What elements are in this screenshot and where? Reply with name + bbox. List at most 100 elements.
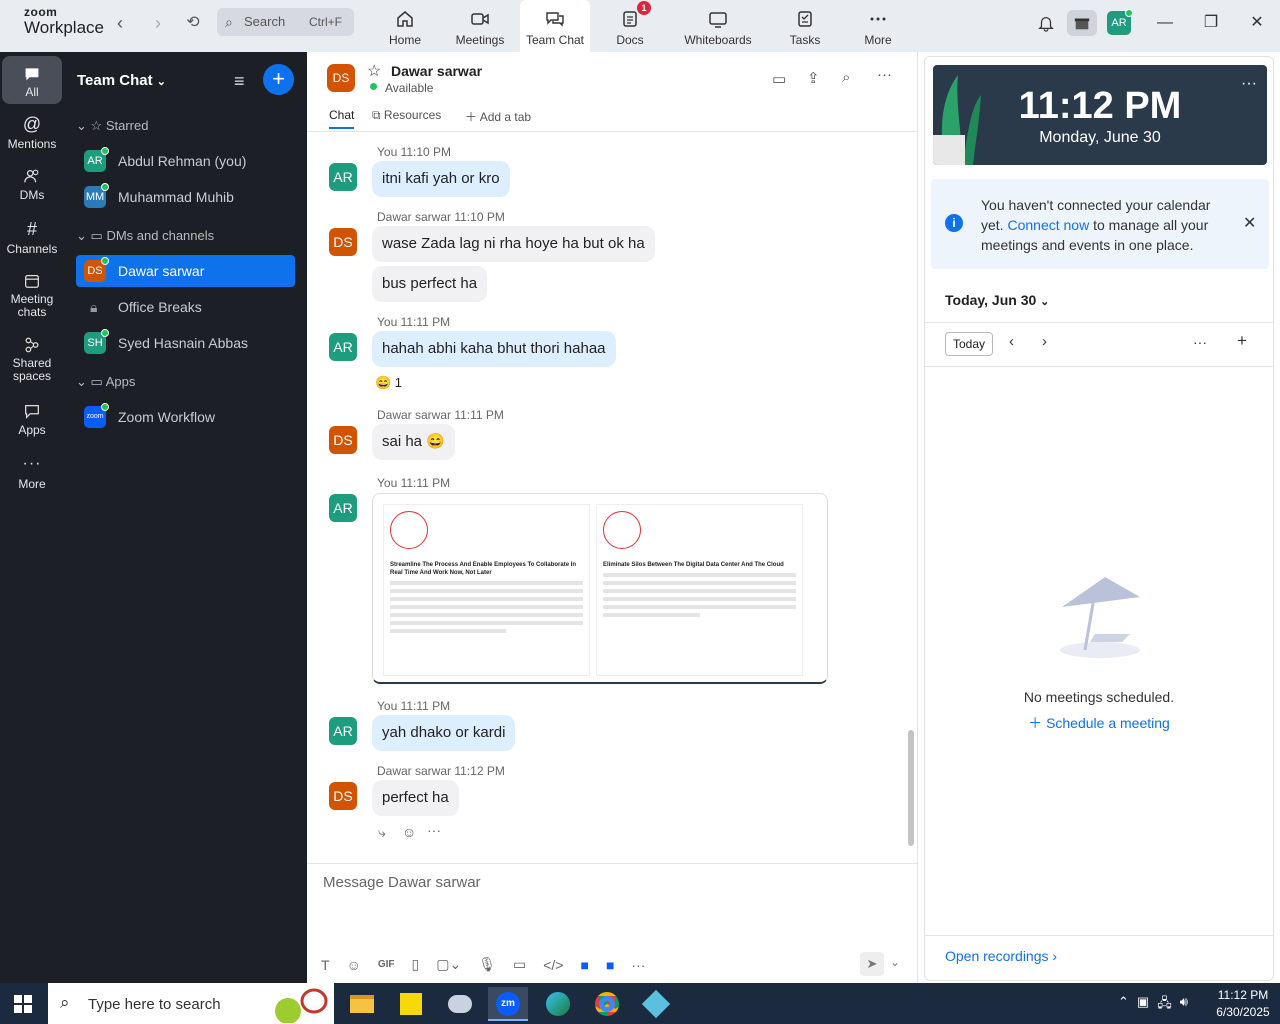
zoom-taskbar-icon[interactable]: zm (488, 987, 528, 1021)
message-more-icon[interactable]: ··· (427, 822, 441, 838)
rail-more[interactable]: ··· More (2, 454, 62, 491)
sidebar-item-office-breaks[interactable]: 🔒︎ Office Breaks (76, 291, 295, 323)
tab-meetings[interactable]: Meetings (445, 0, 515, 52)
next-day-icon[interactable]: › (1042, 333, 1047, 350)
filter-icon[interactable]: ≡ (234, 71, 245, 92)
more-options-icon[interactable]: ··· (877, 66, 892, 83)
windows-start-icon[interactable] (14, 995, 32, 1016)
message-bubble[interactable]: hahah abhi kaha bhut thori hahaa (372, 331, 616, 367)
add-reaction-icon[interactable]: ☺ (402, 824, 416, 840)
search-icon[interactable]: ⌕ (842, 69, 850, 86)
bell-icon[interactable] (1031, 10, 1061, 36)
image-card[interactable]: Eliminate Silos Between The Digital Data… (596, 504, 803, 676)
search-input[interactable]: ⌕ Search Ctrl+F (217, 8, 354, 36)
avatar[interactable]: DS (329, 782, 357, 810)
tab-chat[interactable]: Chat (329, 108, 355, 129)
edge-icon[interactable] (538, 987, 578, 1021)
restore-icon[interactable]: ❐ (1196, 10, 1226, 36)
sidebar-item-muhammad-muhib[interactable]: MM Muhammad Muhib (76, 181, 295, 213)
sidebar-item-syed-hasnain-abbas[interactable]: SH Syed Hasnain Abbas (76, 327, 295, 359)
tab-more[interactable]: More (843, 0, 913, 52)
rail-dms[interactable]: DMs (2, 167, 62, 202)
message-bubble[interactable]: itni kafi yah or kro (372, 161, 510, 197)
message-bubble[interactable]: sai ha 😄 (372, 424, 455, 460)
gift-icon[interactable] (1067, 10, 1097, 36)
volume-icon[interactable]: 🔊︎ (1180, 994, 1188, 1016)
add-tab-button[interactable]: ＋ Add a tab (465, 108, 531, 125)
taskbar-search[interactable]: ⌕ Type here to search (48, 983, 334, 1024)
format-text-icon[interactable]: T (321, 957, 330, 973)
scrollbar[interactable] (908, 730, 914, 846)
send-options-chevron-icon[interactable]: ⌄ (890, 955, 900, 969)
sticky-notes-icon[interactable] (391, 987, 431, 1021)
prev-day-icon[interactable]: ‹ (1009, 333, 1014, 350)
share-screen-icon[interactable]: ⇪ (807, 69, 820, 87)
image-attachment[interactable]: Streamline The Process And Enable Employ… (372, 493, 828, 684)
close-icon[interactable]: ✕ (1243, 213, 1256, 233)
tab-tasks[interactable]: Tasks (770, 0, 840, 52)
tab-home[interactable]: Home (370, 0, 440, 52)
message-bubble[interactable]: yah dhako or kardi (372, 715, 516, 751)
app2-icon[interactable]: ■ (606, 957, 614, 973)
network-icon[interactable]: 🖧︎ (1157, 994, 1172, 1016)
rail-shared-spaces[interactable]: Shared spaces (2, 336, 62, 383)
chrome-icon[interactable] (587, 987, 627, 1021)
starred-section[interactable]: ⌄ ☆ Starred (76, 118, 148, 134)
new-chat-button[interactable]: + (263, 64, 294, 95)
avatar[interactable]: DS (329, 426, 357, 454)
close-icon[interactable]: ✕ (1242, 10, 1272, 36)
app-icon[interactable]: ■ (580, 957, 588, 973)
file-explorer-icon[interactable] (342, 987, 382, 1021)
zoom-logo[interactable]: zoom Workplace (24, 6, 104, 36)
minimize-icon[interactable]: — (1150, 10, 1180, 36)
app-icon[interactable] (440, 987, 480, 1021)
forward-arrow-icon[interactable]: › (146, 12, 170, 36)
contact-avatar[interactable]: DS (327, 64, 355, 92)
message-bubble[interactable]: perfect ha (372, 780, 459, 816)
send-icon[interactable]: ➤ (860, 952, 884, 976)
file-icon[interactable]: ▯ (412, 956, 420, 973)
rail-all[interactable]: All (2, 56, 62, 104)
reply-icon[interactable]: ⤷ (378, 824, 386, 841)
rail-meeting-chats[interactable]: Meeting chats (2, 272, 62, 319)
history-icon[interactable]: ⟲ (181, 12, 205, 36)
tray-app-icon[interactable]: ▣ (1137, 994, 1149, 1016)
user-avatar[interactable]: AR (1107, 9, 1133, 35)
emoji-icon[interactable]: ☺ (347, 957, 361, 973)
star-icon[interactable]: ☆ (367, 61, 381, 81)
calendar-more-icon[interactable]: ··· (1193, 334, 1207, 350)
chevron-up-icon[interactable]: ⌃ (1118, 994, 1129, 1016)
tab-whiteboards[interactable]: Whiteboards (680, 0, 756, 52)
avatar[interactable]: AR (329, 494, 357, 522)
code-icon[interactable]: </> (543, 957, 563, 973)
schedule-meeting-link[interactable]: ＋ Schedule a meeting (925, 713, 1273, 733)
add-event-icon[interactable]: + (1237, 331, 1247, 351)
contact-name[interactable]: Dawar sarwar (391, 63, 482, 79)
avatar[interactable]: AR (329, 717, 357, 745)
message-bubble[interactable]: wase Zada lag ni rha hoye ha but ok ha (372, 226, 655, 262)
tab-team-chat[interactable]: Team Chat (520, 0, 590, 52)
day-header[interactable]: Today, Jun 30 ⌄ (945, 292, 1049, 308)
message-bubble[interactable]: bus perfect ha (372, 266, 488, 302)
video-message-icon[interactable]: ▭ (513, 956, 526, 973)
screenshot-icon[interactable]: ▢⌄ (436, 956, 461, 973)
microphone-icon[interactable]: 🎙︎ (478, 956, 496, 973)
taskbar-clock[interactable]: 11:12 PM 6/30/2025 (1212, 987, 1274, 1021)
dms-section[interactable]: ⌄ ▭ DMs and channels (76, 228, 214, 244)
rail-apps[interactable]: Apps (2, 402, 62, 437)
clock-more-icon[interactable]: ··· (1241, 75, 1257, 93)
sidebar-item-dawar-sarwar[interactable]: DS Dawar sarwar (76, 255, 295, 287)
image-card[interactable]: Streamline The Process And Enable Employ… (383, 504, 590, 676)
reaction-badge[interactable]: 😄 1 (375, 375, 402, 391)
sidebar-item-abdul-rehman[interactable]: AR Abdul Rehman (you) (76, 145, 295, 177)
tab-docs[interactable]: 1 Docs (595, 0, 665, 52)
avatar[interactable]: DS (329, 228, 357, 256)
tab-resources[interactable]: ⧉ Resources (372, 108, 441, 123)
connect-now-link[interactable]: Connect now (1007, 217, 1089, 233)
gif-icon[interactable]: GIF (378, 959, 395, 970)
back-arrow-icon[interactable]: ‹ (108, 12, 132, 36)
rail-mentions[interactable]: @ Mentions (2, 114, 62, 151)
avatar[interactable]: AR (329, 163, 357, 191)
video-call-icon[interactable]: ▭ (772, 70, 786, 88)
today-button[interactable]: Today (945, 332, 993, 356)
